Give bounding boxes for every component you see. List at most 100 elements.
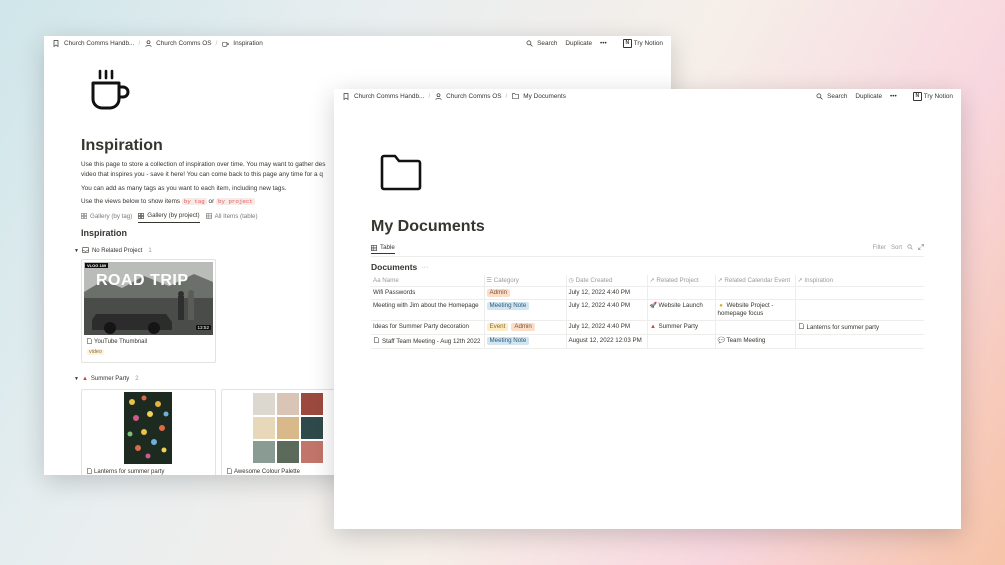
cell-category[interactable]: Event Admin <box>483 320 566 335</box>
cell-inspiration[interactable]: Lanterns for summer party <box>794 320 924 335</box>
search-icon[interactable] <box>907 244 913 252</box>
try-notion-button[interactable]: N Try Notion <box>619 38 663 48</box>
cell-name[interactable]: Wifi Passwords <box>371 286 484 300</box>
column-header-category[interactable]: ☰ Category <box>483 275 566 287</box>
cell-name[interactable]: Staff Team Meeting - Aug 12th 2022 <box>371 334 484 349</box>
intro-text: Use this page to store a collection of i… <box>81 161 326 168</box>
cell-date[interactable]: July 12, 2022 4:40 PM <box>565 286 647 300</box>
category-tag: Meeting Note <box>486 337 530 345</box>
column-header-date[interactable]: ◷ Date Created <box>565 275 647 287</box>
breadcrumb-item[interactable]: Church Comms OS <box>446 93 501 100</box>
tab-table[interactable]: Table <box>371 244 395 254</box>
views-text: Use the views below to show items by tag… <box>81 198 255 205</box>
table-row[interactable]: Ideas for Summer Party decoration Event A… <box>371 320 924 335</box>
view-toolbar: Filter Sort <box>873 244 924 252</box>
cell-event[interactable] <box>714 320 795 335</box>
tab-gallery-by-project[interactable]: Gallery (by project) <box>138 212 200 223</box>
emoji-icon: ● <box>719 303 723 309</box>
table-row[interactable]: Staff Team Meeting - Aug 12th 2022 Meeti… <box>371 334 924 349</box>
search-icon <box>525 39 533 47</box>
cell-inspiration[interactable] <box>794 299 924 321</box>
coffee-cup-icon[interactable] <box>89 68 133 112</box>
inline-code: by tag <box>181 198 207 205</box>
try-notion-button[interactable]: N Try Notion <box>909 91 953 101</box>
cell-project[interactable]: ▲ Summer Party <box>646 320 715 335</box>
vlog-badge: VLOG 189 <box>85 263 109 268</box>
card-title: Awesome Colour Palette <box>227 468 300 475</box>
cell-date[interactable]: July 12, 2022 4:40 PM <box>565 299 647 321</box>
colour-palette-image <box>253 393 323 463</box>
table-icon <box>205 213 212 219</box>
notion-logo-icon: N <box>912 91 922 101</box>
cell-inspiration[interactable] <box>794 334 924 349</box>
folder-icon[interactable] <box>379 153 423 193</box>
group-label: Summer Party <box>90 376 130 382</box>
party-icon: ▲ <box>81 376 88 382</box>
more-button[interactable]: ••• <box>890 93 897 100</box>
card-title: Lanterns for summer party <box>87 468 164 475</box>
group-count: 1 <box>148 248 152 254</box>
cell-event[interactable]: ● Website Project - homepage focus <box>714 299 795 321</box>
search-button[interactable]: Search <box>537 40 557 47</box>
breadcrumb-item[interactable]: Church Comms Handb... <box>64 40 134 47</box>
breadcrumb-item[interactable]: My Documents <box>523 93 566 100</box>
group-label: No Related Project <box>91 248 143 254</box>
page-actions: Search Duplicate ••• N Try Notion <box>521 38 663 48</box>
search-icon <box>815 92 823 100</box>
cell-event[interactable] <box>714 286 795 300</box>
duplicate-button[interactable]: Duplicate <box>565 40 592 47</box>
cell-category[interactable]: Meeting Note <box>483 334 566 349</box>
search-button[interactable]: Search <box>827 93 847 100</box>
column-header-project[interactable]: ↗ Related Project <box>646 275 715 287</box>
filter-button[interactable]: Filter <box>873 245 886 251</box>
caret-down-icon: ▼ <box>74 248 79 254</box>
breadcrumb-item[interactable]: Church Comms Handb... <box>354 93 424 100</box>
table-row[interactable]: Meeting with Jim about the Homepage Meet… <box>371 299 924 321</box>
topbar: Church Comms Handb... / Church Comms OS … <box>44 36 671 50</box>
party-icon: ▲ <box>650 324 656 330</box>
gallery-card[interactable]: VLOG 189 ROAD TRIP 13:52 YouTube Thumbna… <box>81 259 216 363</box>
view-tabs: Gallery (by tag) Gallery (by project) Al… <box>81 212 258 223</box>
gallery-icon <box>81 213 87 219</box>
table-header-row: Aa Name ☰ Category ◷ Date Created ↗ Rela… <box>371 275 924 287</box>
view-title: Inspiration <box>81 228 128 238</box>
breadcrumb-item[interactable]: Church Comms OS <box>156 40 211 47</box>
cell-name[interactable]: Ideas for Summer Party decoration <box>371 320 484 335</box>
sort-button[interactable]: Sort <box>891 245 902 251</box>
database-more-button[interactable]: ··· <box>421 264 428 271</box>
tab-all-items-table[interactable]: All Items (table) <box>205 212 258 223</box>
page-title: Inspiration <box>81 137 163 154</box>
cell-date[interactable]: July 12, 2022 4:40 PM <box>565 320 647 335</box>
group-header[interactable]: ▼ No Related Project 1 <box>74 247 152 255</box>
cell-category[interactable]: Meeting Note <box>483 299 566 321</box>
column-header-event[interactable]: ↗ Related Calendar Event <box>714 275 795 287</box>
breadcrumb-item[interactable]: Inspiration <box>233 40 263 47</box>
cell-name[interactable]: Meeting with Jim about the Homepage <box>371 299 484 321</box>
duplicate-button[interactable]: Duplicate <box>855 93 882 100</box>
gallery-card[interactable]: Lanterns for summer party <box>81 389 216 475</box>
page-icon <box>87 338 92 346</box>
my-documents-window: Church Comms Handb... / Church Comms OS … <box>334 89 961 529</box>
page-icon <box>373 337 380 346</box>
view-tabs: Table Filter Sort <box>371 243 924 257</box>
tab-gallery-by-tag[interactable]: Gallery (by tag) <box>81 212 132 223</box>
documents-table: Aa Name ☰ Category ◷ Date Created ↗ Rela… <box>371 275 924 349</box>
cell-project[interactable] <box>646 286 715 300</box>
column-header-name[interactable]: Aa Name <box>371 275 484 287</box>
column-header-inspiration[interactable]: ↗ Inspiration <box>794 275 924 287</box>
cell-date[interactable]: August 12, 2022 12:03 PM <box>565 334 647 349</box>
cell-category[interactable]: Admin <box>483 286 566 300</box>
coffee-cup-icon <box>221 39 229 47</box>
cell-project[interactable]: 🚀 Website Launch <box>646 299 715 321</box>
try-notion-label: Try Notion <box>923 92 953 100</box>
cell-event[interactable]: 💬 Team Meeting <box>714 334 795 349</box>
group-header[interactable]: ▼ ▲ Summer Party 2 <box>74 376 139 382</box>
more-button[interactable]: ••• <box>600 40 607 47</box>
cell-project[interactable] <box>646 334 715 349</box>
table-row[interactable]: Wifi Passwords Admin July 12, 2022 4:40 … <box>371 286 924 300</box>
category-tag: Event <box>486 323 509 331</box>
tags-text: You can add as many tags as you want to … <box>81 185 287 192</box>
cell-inspiration[interactable] <box>794 286 924 300</box>
tag-chip: video <box>87 349 104 355</box>
expand-icon[interactable] <box>918 244 924 252</box>
